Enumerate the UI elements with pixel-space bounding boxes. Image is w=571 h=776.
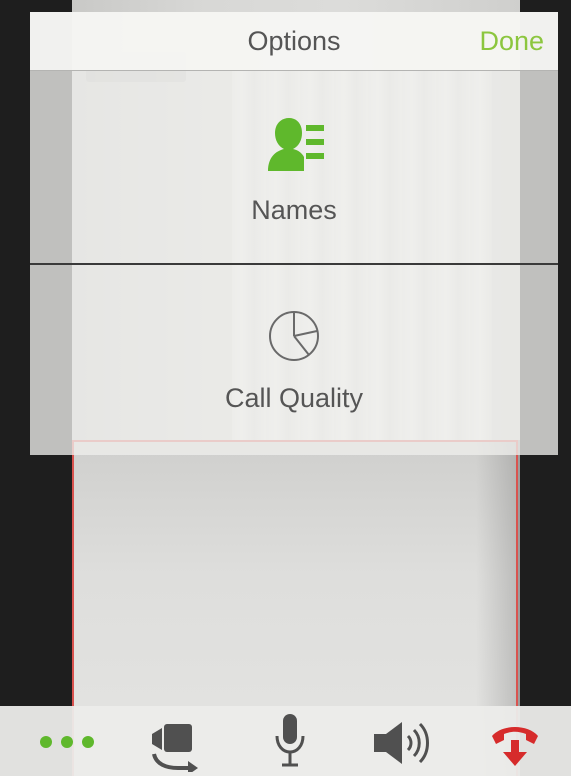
- call-quality-label: Call Quality: [224, 383, 364, 413]
- names-icon: [268, 118, 324, 171]
- switch-camera-button[interactable]: [140, 706, 220, 776]
- microphone-icon: [275, 714, 305, 767]
- call-quality-icon: [269, 311, 319, 361]
- microphone-button[interactable]: [265, 706, 315, 776]
- call-toolbar: [0, 706, 571, 776]
- options-header: Options Done: [30, 12, 558, 71]
- call-quality-option[interactable]: Call Quality: [30, 265, 558, 455]
- switch-camera-icon: [152, 724, 198, 772]
- end-call-icon: [492, 727, 538, 766]
- call-screen: Options Done Names Call Quality: [0, 0, 571, 776]
- more-options-button[interactable]: [30, 706, 110, 776]
- more-options-icon: [40, 736, 94, 748]
- speaker-button[interactable]: [366, 706, 446, 776]
- speaker-icon: [374, 722, 429, 764]
- options-panel: Options Done Names Call Quality: [30, 12, 558, 455]
- names-option[interactable]: Names: [30, 71, 558, 265]
- names-label: Names: [251, 195, 337, 225]
- done-button[interactable]: Done: [479, 26, 544, 57]
- end-call-button[interactable]: [482, 706, 552, 776]
